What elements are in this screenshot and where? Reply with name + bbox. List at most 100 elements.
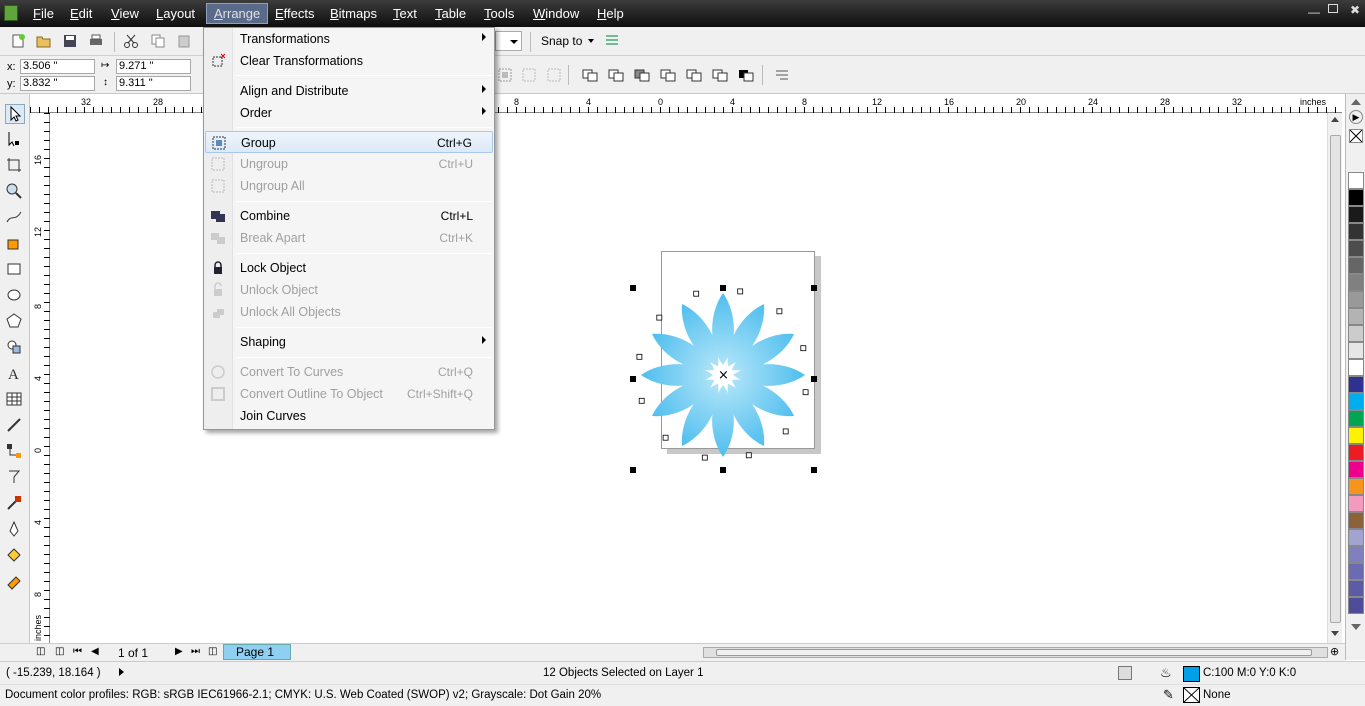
print-icon[interactable]: [88, 33, 104, 49]
back-minus-front-icon[interactable]: [738, 67, 754, 83]
menu-item-group[interactable]: Group Ctrl+G: [205, 131, 493, 153]
prev-page-icon[interactable]: ◀: [91, 646, 99, 657]
snap-to-label[interactable]: Snap to: [541, 34, 582, 48]
zoom-tool-icon[interactable]: [5, 182, 25, 202]
menu-item-unlock-object[interactable]: Unlock Object: [205, 279, 493, 301]
menu-item-clear-transformations[interactable]: Clear Transformations: [205, 50, 493, 72]
shape-tool-icon[interactable]: [5, 130, 25, 150]
zoom-dropdown[interactable]: [495, 31, 522, 51]
crop-tool-icon[interactable]: [5, 156, 25, 176]
menu-file[interactable]: File: [26, 0, 61, 27]
palette-swatch[interactable]: [1348, 257, 1364, 274]
menu-help[interactable]: Help: [590, 0, 631, 27]
menu-tools[interactable]: Tools: [477, 0, 521, 27]
selection-handle[interactable]: [811, 285, 817, 291]
new-document-icon[interactable]: [10, 33, 26, 49]
copy-icon[interactable]: [150, 33, 166, 49]
vertical-ruler[interactable]: 16 12 8 4 0 4 8 inches: [30, 113, 50, 643]
node-handle[interactable]: [745, 452, 752, 459]
table-tool-icon[interactable]: [5, 390, 25, 410]
basic-shapes-tool-icon[interactable]: [5, 338, 25, 358]
scroll-thumb[interactable]: [1330, 135, 1341, 623]
menu-item-lock-object[interactable]: Lock Object: [205, 257, 493, 279]
menu-text[interactable]: Text: [386, 0, 424, 27]
node-handle[interactable]: [782, 428, 789, 435]
node-handle[interactable]: [693, 290, 700, 297]
connector-tool-icon[interactable]: [5, 442, 25, 462]
menu-item-ungroup-all[interactable]: Ungroup All: [205, 175, 493, 197]
first-page-icon[interactable]: ⏮: [73, 646, 82, 657]
palette-swatch[interactable]: [1348, 580, 1364, 597]
palette-swatch[interactable]: [1348, 563, 1364, 580]
node-handle[interactable]: [737, 288, 744, 295]
scroll-up-icon[interactable]: [1331, 117, 1339, 122]
flower-graphic[interactable]: ×: [633, 285, 813, 465]
menu-item-align-distribute[interactable]: Align and Distribute: [205, 80, 493, 102]
last-page-icon[interactable]: ⏭: [191, 646, 200, 657]
palette-up-icon[interactable]: [1351, 99, 1361, 105]
node-handle[interactable]: [800, 345, 807, 352]
selection-handle[interactable]: [630, 467, 636, 473]
selection-handle[interactable]: [811, 467, 817, 473]
eyedropper-tool-icon[interactable]: [5, 494, 25, 514]
palette-swatch[interactable]: [1348, 223, 1364, 240]
menu-effects[interactable]: Effects: [268, 0, 322, 27]
selection-handle[interactable]: [630, 376, 636, 382]
paste-icon[interactable]: [176, 33, 192, 49]
node-handle[interactable]: [701, 454, 708, 461]
y-position-field[interactable]: 3.832 ": [20, 76, 95, 91]
selection-handle[interactable]: [630, 285, 636, 291]
open-icon[interactable]: [36, 33, 52, 49]
ellipse-tool-icon[interactable]: [5, 286, 25, 306]
menu-item-unlock-all[interactable]: Unlock All Objects: [205, 301, 493, 323]
palette-swatch[interactable]: [1348, 529, 1364, 546]
page-tab[interactable]: Page 1: [223, 644, 291, 660]
node-handle[interactable]: [638, 397, 645, 404]
menu-item-convert-curves[interactable]: Convert To Curves Ctrl+Q: [205, 361, 493, 383]
palette-swatch[interactable]: [1348, 444, 1364, 461]
menu-layout[interactable]: Layout: [149, 0, 202, 27]
outline-color-swatch[interactable]: [1183, 687, 1200, 703]
palette-menu-icon[interactable]: ▶: [1349, 110, 1363, 124]
palette-swatch[interactable]: [1348, 308, 1364, 325]
palette-swatch[interactable]: [1348, 546, 1364, 563]
palette-swatch[interactable]: [1348, 597, 1364, 614]
group-tool-icon[interactable]: [497, 67, 513, 83]
freehand-tool-icon[interactable]: [5, 208, 25, 228]
restore-icon[interactable]: [1328, 4, 1338, 13]
palette-swatch[interactable]: [1348, 427, 1364, 444]
polygon-tool-icon[interactable]: [5, 312, 25, 332]
menu-table[interactable]: Table: [428, 0, 473, 27]
rectangle-tool-icon[interactable]: [5, 260, 25, 280]
palette-swatch[interactable]: [1348, 512, 1364, 529]
options-icon[interactable]: [604, 33, 620, 49]
menu-view[interactable]: View: [104, 0, 146, 27]
dimension-tool-icon[interactable]: [5, 416, 25, 436]
palette-swatch[interactable]: [1348, 325, 1364, 342]
palette-swatch[interactable]: [1348, 410, 1364, 427]
save-icon[interactable]: [62, 33, 78, 49]
status-expand-icon[interactable]: [119, 668, 124, 676]
node-handle[interactable]: [656, 314, 663, 321]
palette-swatch[interactable]: [1348, 274, 1364, 291]
hscroll-thumb[interactable]: [716, 649, 1312, 656]
node-handle[interactable]: [802, 389, 809, 396]
next-page-icon[interactable]: ▶: [175, 646, 183, 657]
pick-tool-icon[interactable]: [5, 104, 25, 124]
ungroup-tool-icon[interactable]: [521, 67, 537, 83]
vertical-scrollbar[interactable]: [1327, 113, 1342, 643]
palette-swatch[interactable]: [1348, 206, 1364, 223]
palette-swatch[interactable]: [1348, 461, 1364, 478]
trim-tool-icon[interactable]: [634, 67, 650, 83]
palette-swatch[interactable]: [1348, 291, 1364, 308]
menu-item-convert-outline[interactable]: Convert Outline To Object Ctrl+Shift+Q: [205, 383, 493, 405]
add-page-icon[interactable]: ◫: [55, 646, 64, 657]
horizontal-scrollbar[interactable]: [703, 647, 1328, 658]
ungroup-all-tool-icon[interactable]: [546, 67, 562, 83]
palette-swatch[interactable]: [1348, 376, 1364, 393]
create-boundary-icon[interactable]: [774, 67, 790, 83]
palette-swatch[interactable]: [1348, 240, 1364, 257]
menu-item-order[interactable]: Order: [205, 102, 493, 124]
menu-item-join-curves[interactable]: Join Curves: [205, 405, 493, 427]
palette-down-icon[interactable]: [1351, 624, 1361, 630]
